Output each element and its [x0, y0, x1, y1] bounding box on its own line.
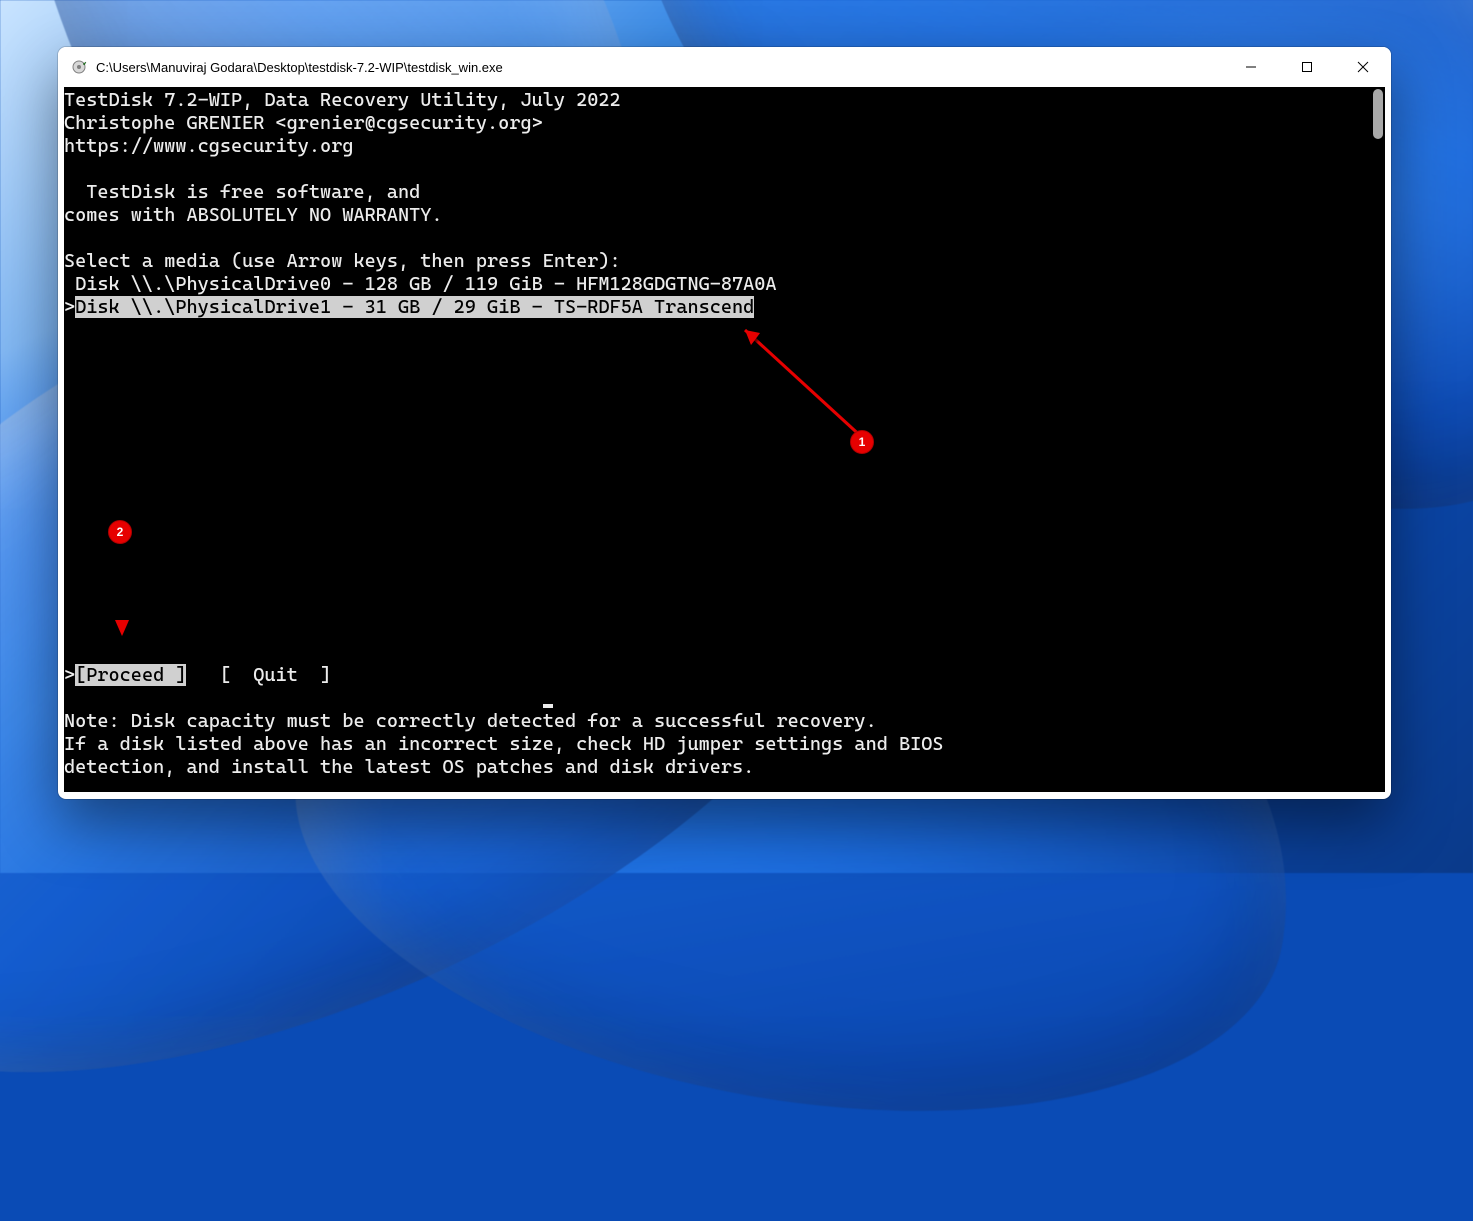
menu-gap [186, 664, 219, 686]
terminal-blank-line [64, 411, 1371, 434]
app-icon [72, 59, 88, 75]
terminal-line: https://www.cgsecurity.org [64, 135, 1371, 158]
selected-disk-text: Disk \\.\PhysicalDrive1 - 31 GB / 29 GiB… [75, 296, 754, 318]
terminal-blank-line [64, 388, 1371, 411]
disk-option-1-selected[interactable]: >Disk \\.\PhysicalDrive1 - 31 GB / 29 Gi… [64, 296, 1371, 319]
terminal-client-area[interactable]: TestDisk 7.2-WIP, Data Recovery Utility,… [64, 87, 1385, 792]
terminal-blank-line [64, 319, 1371, 342]
terminal-blank-line [64, 641, 1371, 664]
menu-caret: > [64, 664, 75, 686]
terminal-blank-line [64, 549, 1371, 572]
terminal-blank-line [64, 227, 1371, 250]
terminal-blank-line [64, 342, 1371, 365]
terminal-line: TestDisk is free software, and [64, 181, 1371, 204]
terminal-blank-line [64, 434, 1371, 457]
terminal-blank-line [64, 526, 1371, 549]
menu-row: >[Proceed ] [ Quit ] [64, 664, 1371, 687]
terminal-blank-line [64, 595, 1371, 618]
terminal-window: C:\Users\Manuviraj Godara\Desktop\testdi… [58, 47, 1391, 799]
window-title: C:\Users\Manuviraj Godara\Desktop\testdi… [96, 60, 1223, 75]
disk-option-0[interactable]: Disk \\.\PhysicalDrive0 - 128 GB / 119 G… [64, 273, 1371, 296]
terminal-content: TestDisk 7.2-WIP, Data Recovery Utility,… [64, 87, 1371, 792]
close-button[interactable] [1335, 47, 1391, 87]
terminal-line: comes with ABSOLUTELY NO WARRANTY. [64, 204, 1371, 227]
vertical-scrollbar[interactable] [1371, 87, 1385, 792]
text-cursor [543, 704, 553, 708]
cursor-line [64, 687, 1371, 710]
scrollbar-thumb[interactable] [1373, 89, 1383, 139]
terminal-blank-line [64, 572, 1371, 595]
terminal-line: detection, and install the latest OS pat… [64, 756, 1371, 779]
maximize-button[interactable] [1279, 47, 1335, 87]
terminal-blank-line [64, 618, 1371, 641]
terminal-line: If a disk listed above has an incorrect … [64, 733, 1371, 756]
terminal-line: Select a media (use Arrow keys, then pre… [64, 250, 1371, 273]
proceed-button[interactable]: [Proceed ] [75, 664, 186, 686]
terminal-blank-line [64, 457, 1371, 480]
terminal-blank-line [64, 158, 1371, 181]
window-titlebar[interactable]: C:\Users\Manuviraj Godara\Desktop\testdi… [58, 47, 1391, 87]
terminal-blank-line [64, 503, 1371, 526]
terminal-blank-line [64, 480, 1371, 503]
terminal-blank-line [64, 365, 1371, 388]
selection-caret: > [64, 296, 75, 318]
window-controls [1223, 47, 1391, 87]
minimize-button[interactable] [1223, 47, 1279, 87]
quit-button[interactable]: [ Quit ] [220, 664, 331, 686]
terminal-line: Christophe GRENIER <grenier@cgsecurity.o… [64, 112, 1371, 135]
terminal-line: TestDisk 7.2-WIP, Data Recovery Utility,… [64, 89, 1371, 112]
terminal-line: Note: Disk capacity must be correctly de… [64, 710, 1371, 733]
